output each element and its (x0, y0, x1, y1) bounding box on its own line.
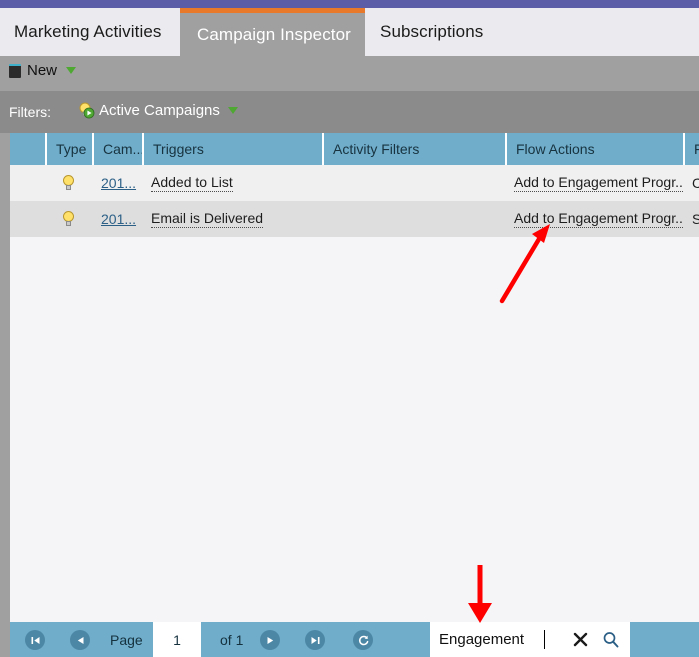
page-number-value: 1 (173, 631, 181, 648)
cube-icon (9, 63, 22, 78)
cutoff-value: C (692, 175, 699, 191)
main-tab-strip: Marketing Activities Campaign Inspector … (0, 8, 699, 56)
last-page-icon[interactable] (305, 630, 325, 650)
trigger-link[interactable]: Added to List (151, 174, 233, 192)
refresh-icon[interactable] (353, 630, 373, 650)
flow-action-link[interactable]: Add to Engagement Progr... (514, 174, 683, 192)
page-number-input[interactable]: 1 (153, 622, 201, 657)
cell-campaign: 201... (92, 201, 142, 237)
table-row[interactable]: 201... Email is Delivered Add to Engagem… (10, 201, 699, 237)
campaign-link[interactable]: 201... (101, 211, 136, 227)
cell-type (45, 201, 92, 237)
clear-x-icon[interactable] (572, 631, 589, 648)
flow-action-link[interactable]: Add to Engagement Progr... (514, 210, 683, 228)
lightbulb-icon (62, 210, 75, 228)
magnifier-icon[interactable] (602, 631, 620, 649)
column-header-select[interactable] (10, 133, 45, 165)
caret-down-icon[interactable] (66, 67, 77, 74)
cell-type (45, 165, 92, 201)
filters-bar: Filters: Active Campaigns (0, 91, 699, 133)
column-header-flow-actions[interactable]: Flow Actions (505, 133, 683, 165)
page-label: Page (110, 632, 143, 648)
campaign-grid: Type Cam... Triggers Activity Filters Fl… (10, 133, 699, 622)
caret-down-icon[interactable] (227, 107, 238, 114)
tab-label: Marketing Activities (14, 22, 162, 41)
column-header-label: Flow Actions (516, 141, 595, 157)
lightbulb-icon (62, 174, 75, 192)
column-header-campaign[interactable]: Cam... (92, 133, 142, 165)
column-header-label: F (694, 141, 699, 157)
first-page-icon[interactable] (25, 630, 45, 650)
cell-flow-actions: Add to Engagement Progr... (505, 165, 683, 201)
column-header-label: Triggers (153, 141, 204, 157)
column-header-label: Type (56, 141, 87, 157)
filter-chip-active-campaigns[interactable]: Active Campaigns (78, 102, 238, 119)
cell-cutoff: C (683, 165, 699, 201)
new-button-label: New (27, 62, 58, 79)
filter-chip-label: Active Campaigns (99, 102, 220, 119)
page-count-label: of 1 (220, 632, 244, 648)
lightbulb-play-icon (78, 102, 95, 119)
cutoff-value: S (692, 211, 699, 227)
top-brand-bar (0, 0, 699, 8)
tab-label: Subscriptions (380, 22, 484, 41)
tab-marketing-activities[interactable]: Marketing Activities (0, 8, 180, 56)
column-header-type[interactable]: Type (45, 133, 92, 165)
grid-header-row: Type Cam... Triggers Activity Filters Fl… (10, 133, 699, 165)
tab-label: Campaign Inspector (197, 24, 351, 44)
column-header-label: Cam... (103, 141, 142, 157)
cell-triggers: Email is Delivered (142, 201, 322, 237)
table-row[interactable]: 201... Added to List Add to Engagement P… (10, 165, 699, 201)
column-header-triggers[interactable]: Triggers (142, 133, 322, 165)
cell-cutoff: S (683, 201, 699, 237)
cell-activity-filters (322, 201, 505, 237)
column-header-cutoff[interactable]: F (683, 133, 699, 165)
next-page-icon[interactable] (260, 630, 280, 650)
tab-campaign-inspector[interactable]: Campaign Inspector (180, 8, 365, 56)
new-button[interactable]: New (9, 62, 77, 79)
previous-page-icon[interactable] (70, 630, 90, 650)
column-header-activity-filters[interactable]: Activity Filters (322, 133, 505, 165)
trigger-link[interactable]: Email is Delivered (151, 210, 264, 228)
cell-activity-filters (322, 165, 505, 201)
tab-subscriptions[interactable]: Subscriptions (365, 8, 699, 56)
action-toolbar: New (0, 56, 699, 91)
campaign-inspector-window: Marketing Activities Campaign Inspector … (0, 0, 699, 657)
campaign-link[interactable]: 201... (101, 175, 136, 191)
filters-label: Filters: (9, 104, 51, 120)
search-box[interactable]: Engagement (430, 622, 630, 657)
column-header-label: Activity Filters (333, 141, 420, 157)
cell-campaign: 201... (92, 165, 142, 201)
text-cursor (544, 630, 545, 649)
search-input[interactable]: Engagement (439, 631, 524, 648)
cell-triggers: Added to List (142, 165, 322, 201)
cell-flow-actions: Add to Engagement Progr... (505, 201, 683, 237)
